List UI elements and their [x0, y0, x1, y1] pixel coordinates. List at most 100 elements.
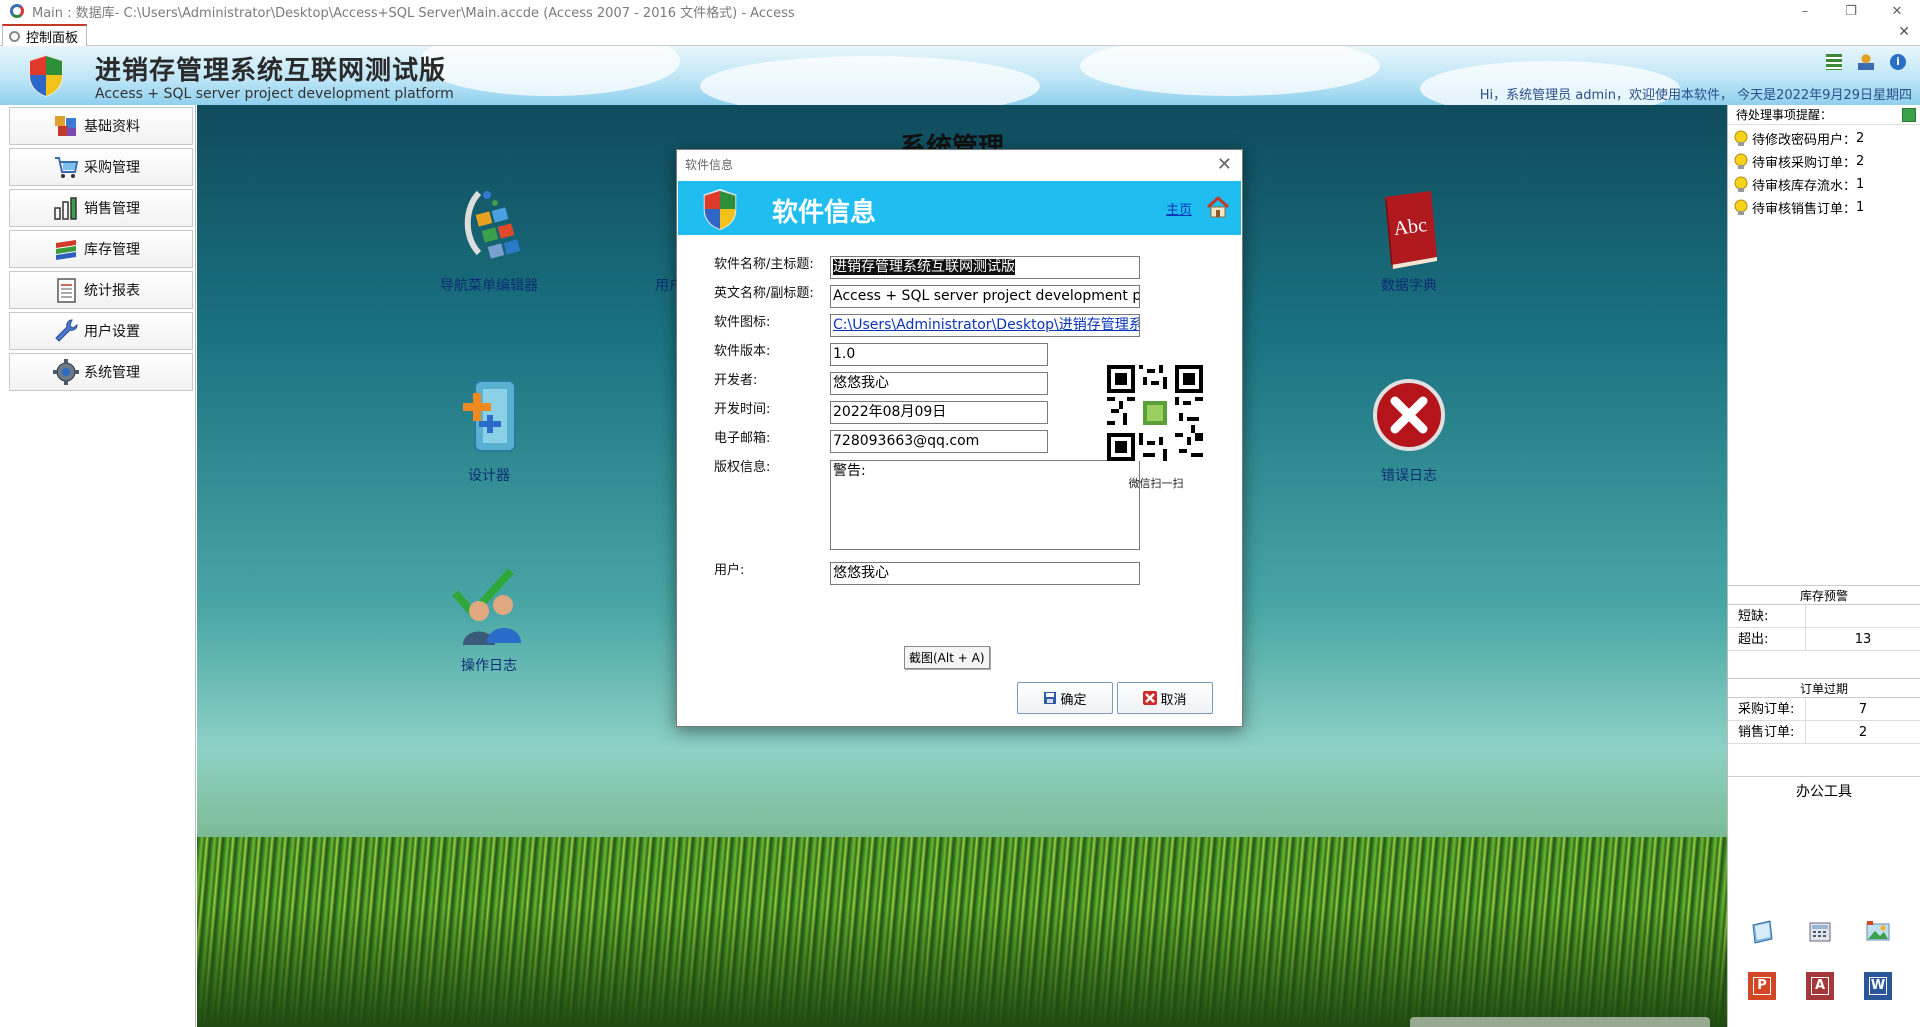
- developer-input[interactable]: 悠悠我心: [830, 372, 1048, 395]
- order-row: 销售订单: 2: [1728, 721, 1920, 744]
- nav-inventory[interactable]: 库存管理: [9, 230, 193, 268]
- english-name-input[interactable]: Access + SQL server project development …: [830, 285, 1140, 308]
- word-icon[interactable]: W: [1864, 972, 1892, 1000]
- tile-error-log[interactable]: 错误日志: [1334, 373, 1484, 485]
- designer-icon: [463, 380, 516, 452]
- bar-chart-icon: [54, 197, 77, 220]
- stock-warning-box: 库存预警 短缺: 超出: 13: [1728, 585, 1920, 651]
- qr-caption: 微信扫一扫: [1128, 477, 1184, 490]
- app-subtitle: Access + SQL server project development …: [95, 86, 454, 102]
- tile-caption: 数据字典: [1381, 278, 1437, 294]
- version-input[interactable]: 1.0: [830, 343, 1048, 366]
- software-name-input[interactable]: 进销存管理系统互联网测试版: [830, 256, 1140, 279]
- document-tab-bar: 控制面板 ✕: [0, 22, 1920, 46]
- operation-log-icon: [452, 568, 521, 645]
- field-label: 开发者:: [714, 373, 758, 388]
- lightbulb-icon: [1734, 176, 1748, 192]
- field-label: 软件图标:: [714, 315, 771, 330]
- tab-label: 控制面板: [26, 30, 79, 46]
- field-label: 软件名称/主标题:: [714, 257, 814, 272]
- close-window-button[interactable]: ✕: [1874, 0, 1920, 22]
- dev-date-input[interactable]: 2022年08月09日: [830, 401, 1048, 424]
- tab-control-panel[interactable]: 控制面板: [2, 24, 88, 46]
- access-icon[interactable]: A: [1806, 972, 1834, 1000]
- field-label: 开发时间:: [714, 402, 771, 417]
- user-input[interactable]: 悠悠我心: [830, 562, 1140, 585]
- access-app-icon: [10, 4, 24, 18]
- office-tools-title: 办公工具: [1728, 776, 1920, 801]
- minimize-button[interactable]: –: [1782, 0, 1828, 22]
- refresh-icon[interactable]: [1902, 108, 1916, 122]
- calculator-icon[interactable]: [1806, 917, 1834, 945]
- restore-button[interactable]: ❐: [1828, 0, 1874, 22]
- svg-text:Abc: Abc: [1392, 214, 1428, 240]
- window-title: Main : 数据库- C:\Users\Administrator\Deskt…: [32, 5, 795, 21]
- error-icon: [1373, 379, 1445, 451]
- tile-caption: 设计器: [468, 468, 510, 484]
- cloud-decoration: [700, 56, 1040, 105]
- todo-item[interactable]: 待审核库存流水： 1: [1728, 173, 1920, 196]
- home-link[interactable]: 主页: [1166, 199, 1192, 218]
- left-navigation: 基础资料 采购管理 销售管理 库存管理 统计报表 用户设置 系统管理: [0, 105, 196, 1027]
- shield-logo-icon: [703, 188, 737, 231]
- copyright-textarea[interactable]: 警告:: [830, 460, 1140, 550]
- tile-operation-log[interactable]: 操作日志: [414, 563, 564, 675]
- window-title-bar: Main : 数据库- C:\Users\Administrator\Deskt…: [0, 0, 1920, 22]
- tile-caption: 导航菜单编辑器: [440, 278, 538, 294]
- header-banner: 进销存管理系统互联网测试版 Access + SQL server projec…: [0, 46, 1920, 105]
- bottom-overlay-bar: [1410, 1017, 1710, 1027]
- software-icon-path-input[interactable]: C:\Users\Administrator\Desktop\进销存管理系统Ac…: [830, 314, 1140, 337]
- nav-basic-data[interactable]: 基础资料: [9, 107, 193, 145]
- form-icon: [9, 30, 20, 42]
- nav-purchase[interactable]: 采购管理: [9, 148, 193, 186]
- stock-warning-title: 库存预警: [1728, 585, 1920, 605]
- save-icon: [1044, 692, 1057, 704]
- cart-icon: [55, 157, 79, 178]
- notepad-icon[interactable]: [1748, 917, 1776, 945]
- greeting-text: Hi，系统管理员 admin，欢迎使用本软件， 今天是2022年9月29日星期四: [1479, 88, 1912, 103]
- order-row: 采购订单: 7: [1728, 698, 1920, 721]
- nav-sales[interactable]: 销售管理: [9, 189, 193, 227]
- powerpoint-icon[interactable]: P: [1748, 972, 1776, 1000]
- paint-icon[interactable]: [1864, 917, 1892, 945]
- screenshot-tooltip: 截图(Alt + A): [904, 646, 990, 669]
- email-input[interactable]: 728093663@qq.com: [830, 430, 1048, 453]
- database-icon: [55, 116, 76, 136]
- user-settings-icon[interactable]: [1858, 54, 1874, 70]
- close-tab-button[interactable]: ✕: [1898, 24, 1910, 40]
- field-label: 版权信息:: [714, 460, 771, 475]
- cloud-decoration: [1080, 46, 1380, 96]
- dialog-title: 软件信息: [685, 158, 734, 172]
- nav-reports[interactable]: 统计报表: [9, 271, 193, 309]
- home-icon[interactable]: [1206, 195, 1230, 219]
- info-icon[interactable]: i: [1890, 54, 1906, 70]
- field-label: 英文名称/副标题:: [714, 286, 814, 301]
- dialog-banner: 软件信息 主页: [678, 181, 1241, 235]
- nav-user-settings[interactable]: 用户设置: [9, 312, 193, 350]
- ok-button[interactable]: 确定: [1017, 682, 1113, 714]
- menu-editor-icon: [464, 190, 521, 259]
- stack-icon: [56, 240, 76, 260]
- cancel-button[interactable]: 取消: [1117, 682, 1213, 714]
- stock-row: 短缺:: [1728, 605, 1920, 628]
- tile-data-dictionary[interactable]: Abc 数据字典: [1334, 183, 1484, 295]
- tile-menu-editor[interactable]: 导航菜单编辑器: [414, 183, 564, 295]
- shield-logo-icon: [29, 54, 63, 97]
- tile-caption: 操作日志: [461, 658, 517, 674]
- dialog-banner-title: 软件信息: [772, 198, 877, 228]
- app-title: 进销存管理系统互联网测试版: [95, 56, 447, 86]
- cancel-icon: [1143, 691, 1158, 705]
- tile-designer[interactable]: 设计器: [414, 373, 564, 485]
- todo-item[interactable]: 待审核采购订单： 2: [1728, 150, 1920, 173]
- nav-system-admin[interactable]: 系统管理: [9, 353, 193, 391]
- todo-item[interactable]: 待修改密码用户： 2: [1728, 127, 1920, 150]
- dictionary-book-icon: Abc: [1385, 191, 1437, 269]
- lightbulb-icon: [1734, 153, 1748, 169]
- cloud-decoration: [420, 46, 680, 96]
- field-label: 用户:: [714, 563, 745, 578]
- todo-item[interactable]: 待审核销售订单： 1: [1728, 196, 1920, 219]
- wrench-icon: [55, 319, 78, 342]
- dialog-close-button[interactable]: ✕: [1217, 154, 1232, 175]
- list-icon[interactable]: [1826, 54, 1842, 70]
- right-panel: 待处理事项提醒： 待修改密码用户： 2 待审核采购订单： 2 待审核库存流水： 1 待…: [1727, 105, 1920, 1027]
